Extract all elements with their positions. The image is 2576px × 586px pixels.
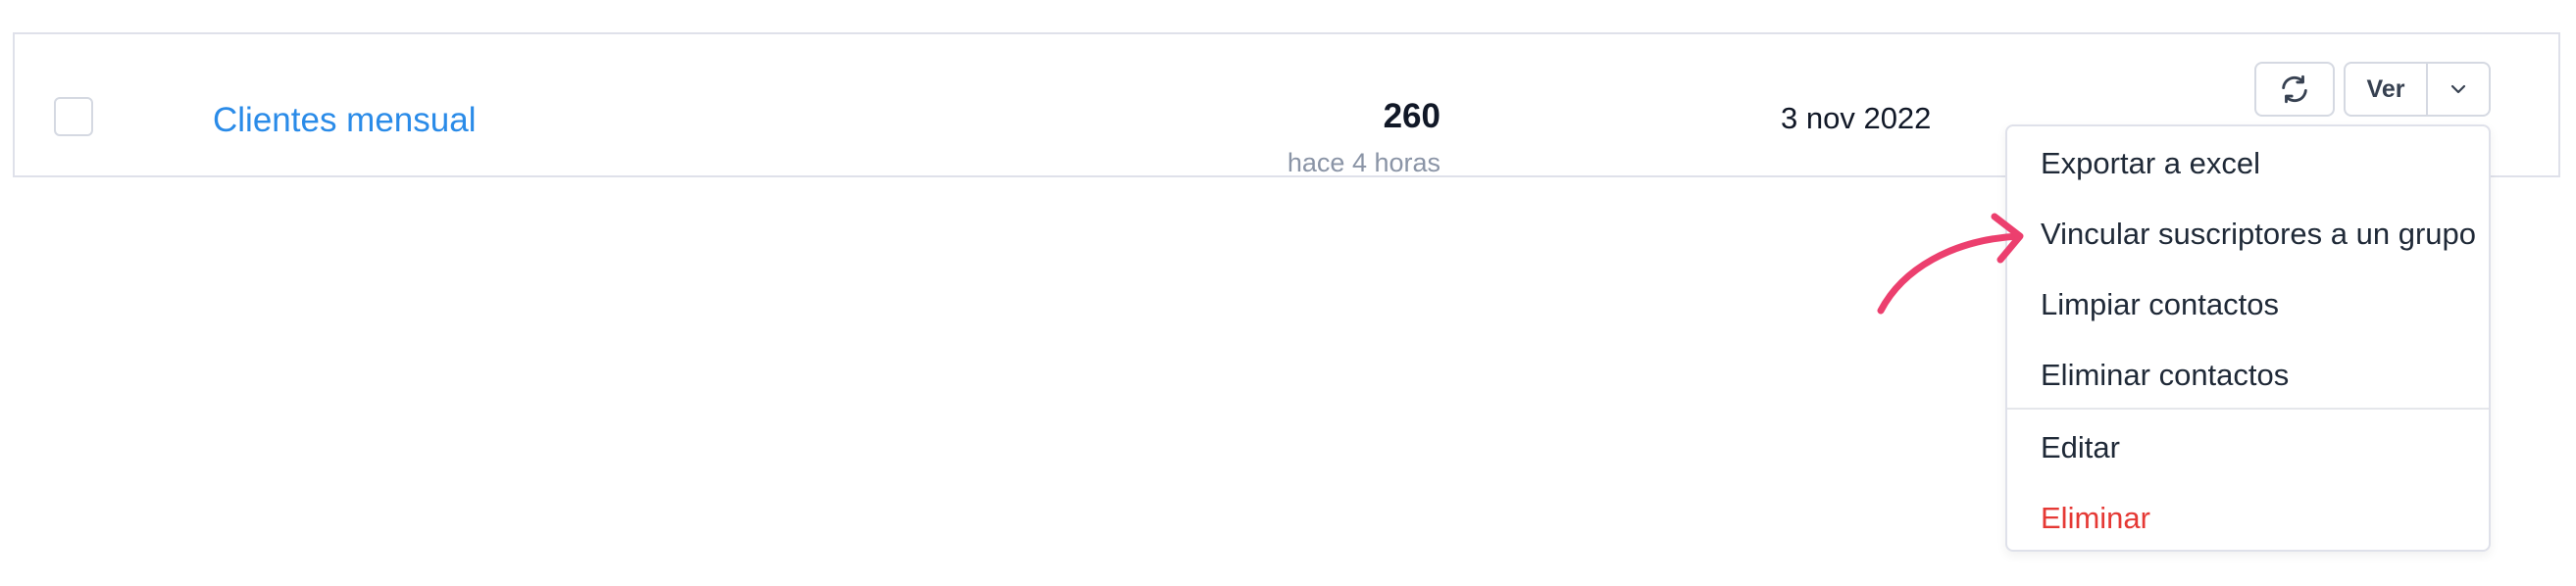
view-button-group: Ver <box>2344 62 2491 117</box>
menu-item-delete[interactable]: Eliminar <box>2041 501 2150 536</box>
menu-item-export-excel[interactable]: Exportar a excel <box>2041 146 2260 181</box>
dropdown-toggle-button[interactable] <box>2428 64 2489 115</box>
subscriber-count: 260 <box>1383 97 1440 135</box>
refresh-button[interactable] <box>2254 62 2335 117</box>
list-name-link[interactable]: Clientes mensual <box>213 101 476 140</box>
row-checkbox[interactable] <box>54 97 93 136</box>
menu-item-edit[interactable]: Editar <box>2041 430 2120 465</box>
menu-item-link-subscribers-group[interactable]: Vincular suscriptores a un grupo <box>2041 217 2476 252</box>
menu-item-clean-contacts[interactable]: Limpiar contactos <box>2041 287 2279 322</box>
refresh-icon <box>2282 74 2307 104</box>
chevron-down-icon <box>2450 84 2466 94</box>
last-updated: hace 4 horas <box>1287 148 1440 177</box>
view-button[interactable]: Ver <box>2346 64 2428 115</box>
menu-divider <box>2007 408 2489 410</box>
created-date: 3 nov 2022 <box>1781 101 1932 135</box>
annotation-arrow-icon <box>1877 213 2024 315</box>
menu-item-delete-contacts[interactable]: Eliminar contactos <box>2041 358 2289 393</box>
actions-dropdown-menu: Exportar a excel Vincular suscriptores a… <box>2005 124 2491 552</box>
